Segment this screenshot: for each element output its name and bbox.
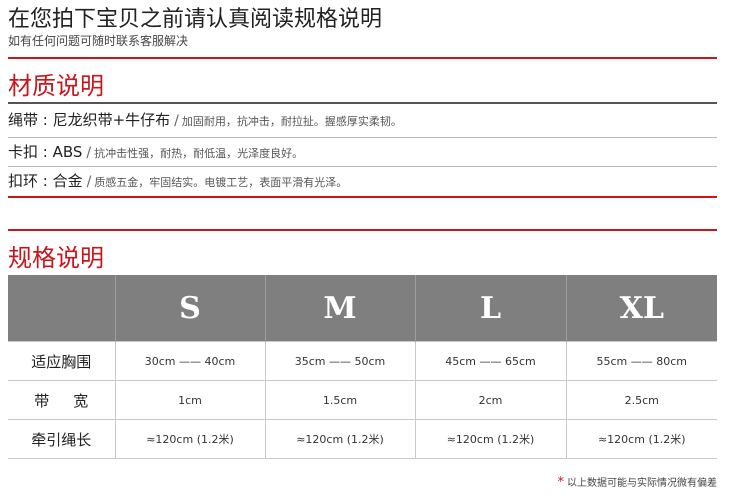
material-item: 扣环 : 合金 / 质感五金，牢固结实。电镀工艺，表面平滑有光泽。	[8, 166, 717, 196]
specs-heading: 规格说明	[8, 244, 104, 272]
table-cell: ≈120cm (1.2米)	[114, 419, 265, 459]
table-cell: ≈120cm (1.2米)	[264, 419, 415, 459]
material-separator: /	[86, 145, 92, 161]
size-header: L	[414, 275, 566, 342]
size-header: M	[264, 275, 415, 342]
table-cell: 55cm —— 80cm	[565, 341, 717, 381]
material-separator: /	[86, 174, 92, 190]
table-cell: 35cm —— 50cm	[264, 341, 415, 381]
table-cell: 1cm	[114, 380, 265, 420]
header-divider	[8, 57, 717, 59]
table-cell: ≈120cm (1.2米)	[414, 419, 566, 459]
row-label: 带宽	[8, 380, 115, 420]
size-header: S	[114, 275, 265, 342]
size-table: S M L XL 适应胸围 30cm —— 40cm 35cm —— 50cm …	[8, 275, 717, 459]
specs-top-divider	[8, 229, 717, 231]
asterisk-icon: *	[557, 475, 565, 490]
materials-heading: 材质说明	[8, 72, 104, 100]
table-row: 牵引绳长 ≈120cm (1.2米) ≈120cm (1.2米) ≈120cm …	[8, 419, 717, 459]
material-desc: 质感五金，牢固结实。电镀工艺，表面平滑有光泽。	[94, 176, 348, 189]
table-cell: ≈120cm (1.2米)	[565, 419, 717, 459]
material-name: 扣环 : 合金	[8, 172, 83, 190]
row-label: 牵引绳长	[8, 419, 115, 459]
material-separator: /	[174, 113, 179, 129]
size-header-row: S M L XL	[8, 275, 717, 342]
materials-heading-divider	[8, 102, 717, 104]
table-cell: 1.5cm	[264, 380, 415, 420]
footnote-text: 以上数据可能与实际情况微有偏差	[567, 478, 717, 489]
material-item: 绳带 : 尼龙织带+牛仔布 / 加固耐用，抗冲击，耐拉扯。握感厚实柔韧。	[8, 105, 717, 135]
material-item: 卡扣 : ABS / 抗冲击性强，耐热，耐低温，光泽度良好。	[8, 137, 717, 167]
table-row: 适应胸围 30cm —— 40cm 35cm —— 50cm 45cm —— 6…	[8, 341, 717, 381]
size-header: XL	[565, 275, 717, 342]
table-cell: 30cm —— 40cm	[114, 341, 265, 381]
material-name: 绳带 : 尼龙织带+牛仔布	[8, 111, 171, 129]
footnote: * 以上数据可能与实际情况微有偏差	[558, 474, 718, 490]
table-cell: 45cm —— 65cm	[414, 341, 566, 381]
materials-bottom-divider	[8, 196, 717, 198]
material-desc: 抗冲击性强，耐热，耐低温，光泽度良好。	[94, 147, 304, 160]
material-desc: 加固耐用，抗冲击，耐拉扯。握感厚实柔韧。	[181, 115, 402, 128]
size-header-corner	[8, 275, 115, 342]
table-row: 带宽 1cm 1.5cm 2cm 2.5cm	[8, 380, 717, 420]
row-label: 适应胸围	[8, 341, 115, 381]
material-name: 卡扣 : ABS	[8, 143, 83, 161]
page-title: 在您拍下宝贝之前请认真阅读规格说明	[8, 7, 383, 32]
page-subtitle: 如有任何问题可随时联系客服解决	[8, 34, 189, 48]
table-cell: 2cm	[414, 380, 566, 420]
table-cell: 2.5cm	[565, 380, 717, 420]
